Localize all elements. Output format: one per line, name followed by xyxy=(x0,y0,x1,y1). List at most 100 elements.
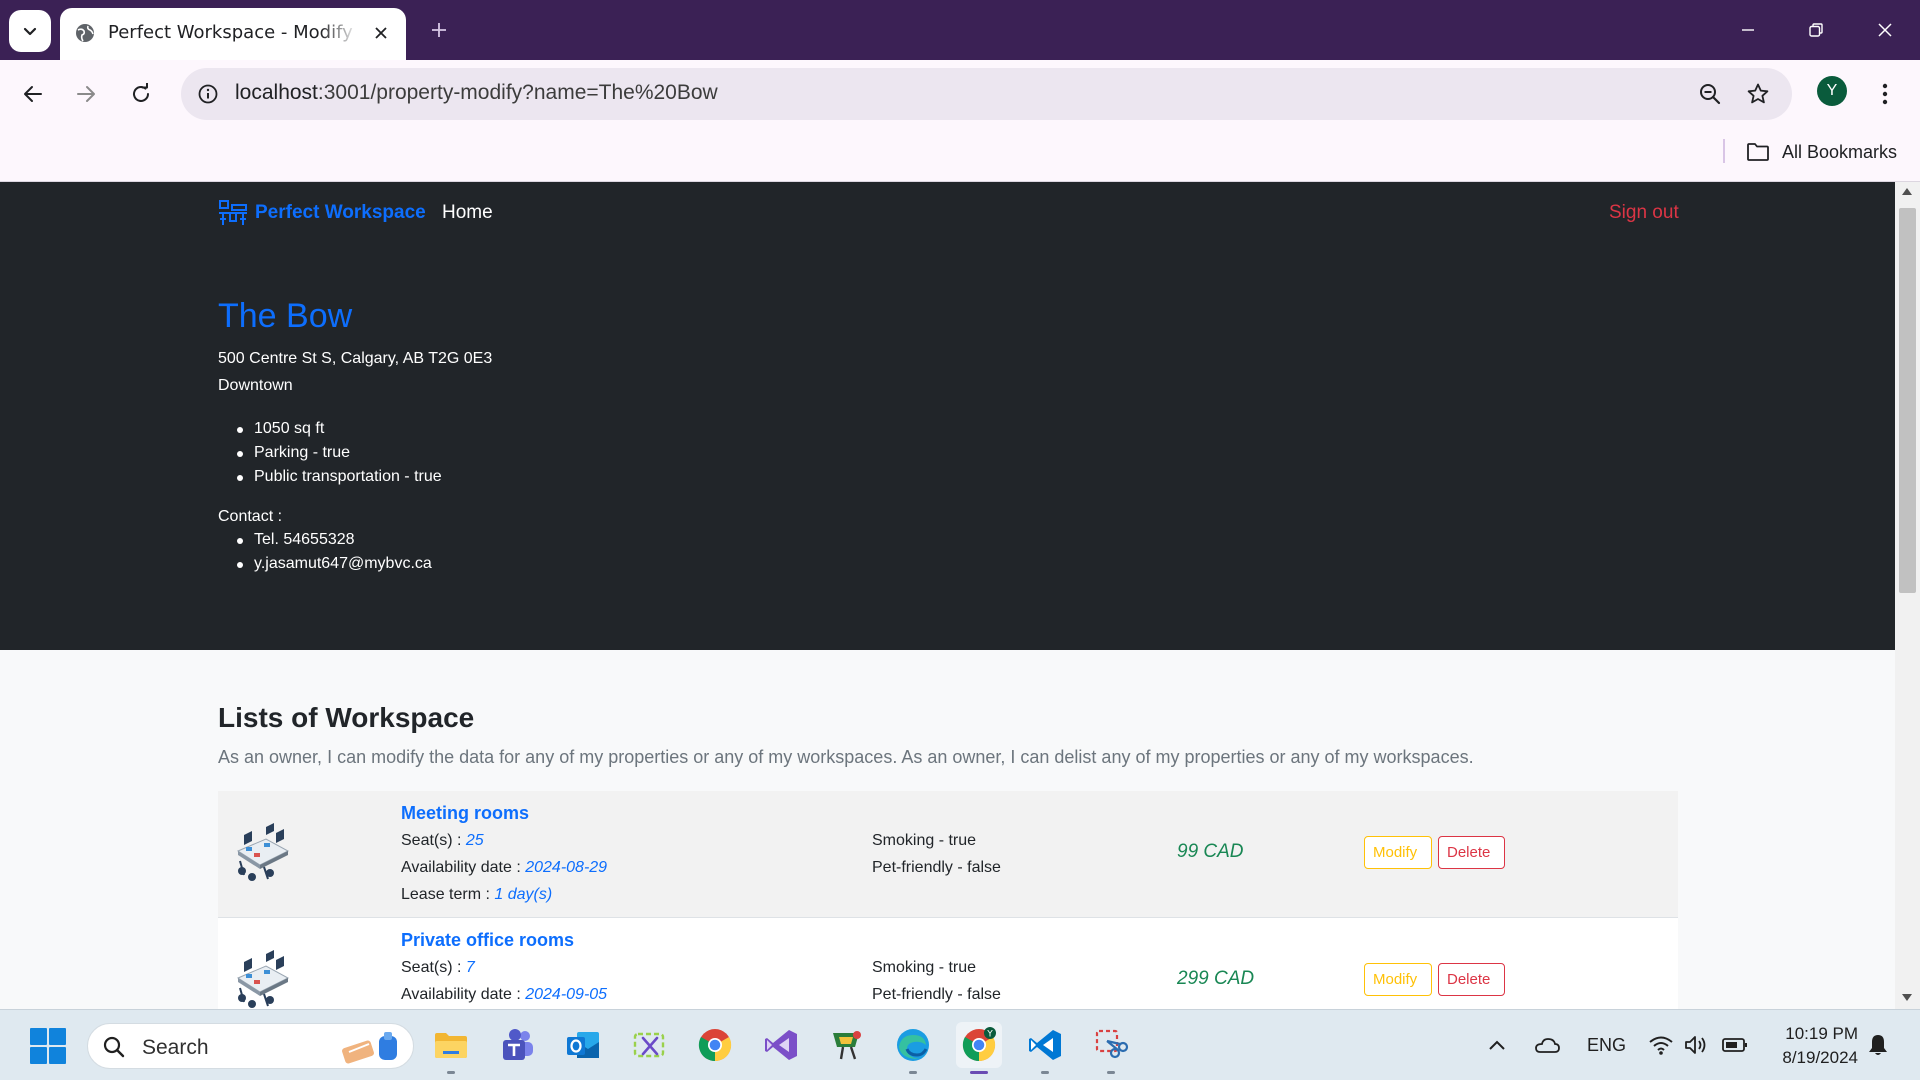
workspace-image xyxy=(236,823,290,881)
show-hidden-icons-button[interactable] xyxy=(1488,1030,1506,1060)
new-tab-button[interactable] xyxy=(424,15,454,45)
workspace-name[interactable]: Meeting rooms xyxy=(401,803,529,824)
seats-label: Seat(s) : xyxy=(401,832,466,849)
feature-item: 1050 sq ft xyxy=(218,417,442,441)
workspace-smoking: Smoking - true xyxy=(872,959,977,976)
delete-button[interactable]: Delete xyxy=(1438,963,1505,996)
app-icon xyxy=(833,1031,861,1060)
availability-label: Availability date : xyxy=(401,986,526,1003)
taskbar-file-explorer[interactable] xyxy=(428,1022,474,1074)
taskbar-chrome-profile[interactable]: Y xyxy=(956,1022,1002,1074)
all-bookmarks-button[interactable]: All Bookmarks xyxy=(1746,137,1897,167)
start-button[interactable] xyxy=(30,1028,66,1064)
taskbar-search[interactable]: Search xyxy=(87,1023,414,1069)
back-button[interactable] xyxy=(15,76,51,112)
zoom-out-icon xyxy=(1700,84,1721,105)
speaker-icon xyxy=(1685,1036,1706,1054)
teams-icon xyxy=(503,1029,533,1060)
page-viewport: Perfect Workspace Home Sign out The Bow … xyxy=(0,182,1895,1009)
search-highlight-icon xyxy=(342,1032,397,1064)
taskbar-vscode[interactable] xyxy=(1022,1022,1068,1074)
workspace-pet-friendly: Pet-friendly - false xyxy=(872,986,1001,1003)
chrome-icon: Y xyxy=(962,1027,996,1062)
arrow-right-icon xyxy=(77,86,95,102)
taskbar-edge[interactable] xyxy=(890,1022,936,1074)
workspace-seats: Seat(s) : 7 xyxy=(401,959,475,977)
modify-button[interactable]: Modify xyxy=(1364,963,1432,996)
scroll-down-arrow[interactable] xyxy=(1902,994,1912,1001)
delete-button[interactable]: Delete xyxy=(1438,836,1505,869)
profile-avatar-button[interactable]: Y xyxy=(1817,76,1847,106)
info-icon xyxy=(198,84,218,104)
search-icon xyxy=(103,1036,125,1058)
chrome-icon xyxy=(698,1029,732,1062)
address-bar[interactable]: localhost:3001/property-modify?name=The%… xyxy=(181,68,1792,120)
section-title: Lists of Workspace xyxy=(218,702,475,733)
volume-button[interactable] xyxy=(1683,1030,1709,1060)
taskbar-visual-studio[interactable] xyxy=(758,1022,804,1068)
wifi-icon xyxy=(1649,1036,1673,1055)
availability-value: 2024-08-29 xyxy=(525,859,608,876)
navbar-brand[interactable]: Perfect Workspace xyxy=(218,199,426,227)
search-label: Search xyxy=(142,1036,209,1059)
reload-button[interactable] xyxy=(123,76,159,112)
close-icon xyxy=(1878,23,1892,37)
running-indicator xyxy=(1041,1071,1049,1074)
reload-icon xyxy=(133,83,149,102)
svg-text:Y: Y xyxy=(986,1030,993,1040)
taskbar-app[interactable] xyxy=(824,1022,870,1068)
modify-button[interactable]: Modify xyxy=(1364,836,1432,869)
browser-tab-bar: Perfect Workspace - Modify property xyxy=(0,0,1920,60)
lease-label: Lease term : xyxy=(401,886,495,903)
scroll-up-arrow[interactable] xyxy=(1902,188,1912,195)
browser-menu-button[interactable] xyxy=(1870,76,1900,112)
section-description: As an owner, I can modify the data for a… xyxy=(218,747,1474,767)
zoom-button[interactable] xyxy=(1696,80,1724,108)
workspace-name[interactable]: Private office rooms xyxy=(401,930,574,951)
arrow-left-icon xyxy=(24,86,42,102)
taskbar-clock[interactable]: 10:19 PM 8/19/2024 xyxy=(1762,1022,1858,1070)
windows-logo-tile xyxy=(30,1047,47,1064)
close-icon xyxy=(375,27,387,39)
sign-out-link[interactable]: Sign out xyxy=(1609,202,1679,224)
browser-tab-active[interactable]: Perfect Workspace - Modify property xyxy=(60,8,406,60)
workspace-logo-icon xyxy=(219,200,247,225)
notifications-button[interactable] xyxy=(1867,1030,1889,1060)
workspace-availability: Availability date : 2024-08-29 xyxy=(401,859,607,877)
bookmarks-bar: All Bookmarks xyxy=(0,129,1920,182)
url-host: localhost xyxy=(235,81,318,104)
contact-phone: Tel. 54655328 xyxy=(218,528,432,552)
bell-icon xyxy=(1869,1035,1887,1055)
onedrive-button[interactable] xyxy=(1533,1030,1561,1060)
forward-button[interactable] xyxy=(68,76,104,112)
network-button[interactable] xyxy=(1648,1030,1674,1060)
minimize-icon xyxy=(1742,29,1754,31)
close-window-button[interactable] xyxy=(1862,12,1908,48)
taskbar-chrome[interactable] xyxy=(692,1022,738,1068)
property-features: 1050 sq ft Parking - true Public transpo… xyxy=(218,417,442,489)
contact-email: y.jasamut647@mybvc.ca xyxy=(218,552,432,576)
taskbar-snipping-tool[interactable] xyxy=(626,1022,672,1068)
bookmark-star-button[interactable] xyxy=(1744,80,1772,108)
site-info-button[interactable] xyxy=(195,81,221,107)
edge-icon xyxy=(897,1029,929,1061)
taskbar-teams[interactable] xyxy=(494,1022,540,1068)
all-bookmarks-label: All Bookmarks xyxy=(1782,141,1898,162)
taskbar-outlook[interactable] xyxy=(560,1022,606,1068)
nav-home-link[interactable]: Home xyxy=(442,202,493,224)
language-indicator[interactable]: ENG xyxy=(1587,1030,1626,1060)
minimize-button[interactable] xyxy=(1725,12,1771,48)
tab-close-button[interactable] xyxy=(368,20,394,46)
page-scrollbar[interactable] xyxy=(1895,182,1920,1009)
workspace-row: Meeting rooms Seat(s) : 25 Availability … xyxy=(218,791,1678,917)
tab-search-button[interactable] xyxy=(9,10,51,52)
running-indicator xyxy=(447,1071,455,1074)
restore-button[interactable] xyxy=(1793,12,1839,48)
battery-button[interactable] xyxy=(1722,1030,1748,1060)
windows-taskbar: Search Y ENG 10:19 PM 8/19/2024 xyxy=(0,1009,1920,1080)
running-indicator xyxy=(970,1071,988,1074)
scroll-thumb[interactable] xyxy=(1899,208,1916,593)
taskbar-tool[interactable] xyxy=(1088,1022,1134,1074)
outlook-icon xyxy=(567,1032,599,1058)
workspace-seats: Seat(s) : 25 xyxy=(401,832,484,850)
